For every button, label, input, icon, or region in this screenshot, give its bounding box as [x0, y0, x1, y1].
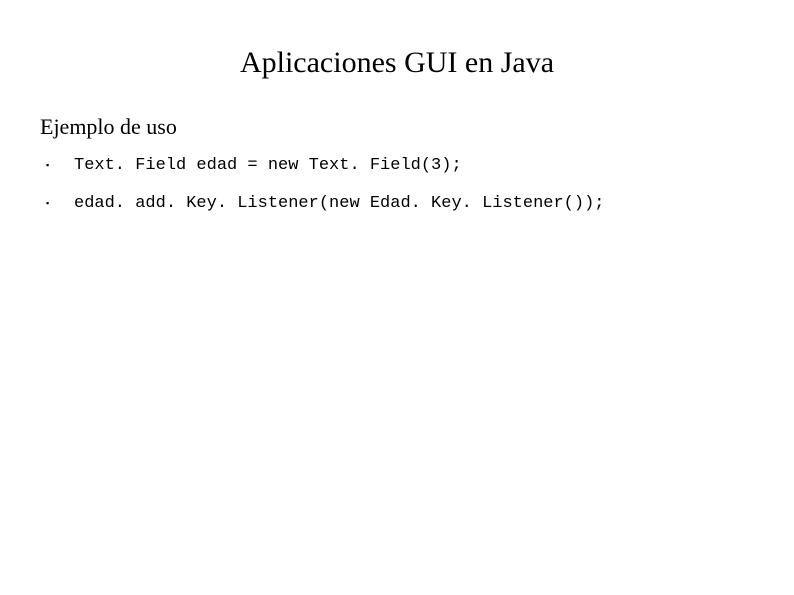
slide-title: Aplicaciones GUI en Java: [0, 0, 794, 114]
code-bullet: edad. add. Key. Listener(new Edad. Key. …: [40, 194, 794, 214]
slide-subtitle: Ejemplo de uso: [40, 114, 794, 140]
slide: Aplicaciones GUI en Java Ejemplo de uso …: [0, 0, 794, 595]
code-bullet-list: Text. Field edad = new Text. Field(3); e…: [0, 156, 794, 215]
code-bullet: Text. Field edad = new Text. Field(3);: [40, 156, 794, 176]
